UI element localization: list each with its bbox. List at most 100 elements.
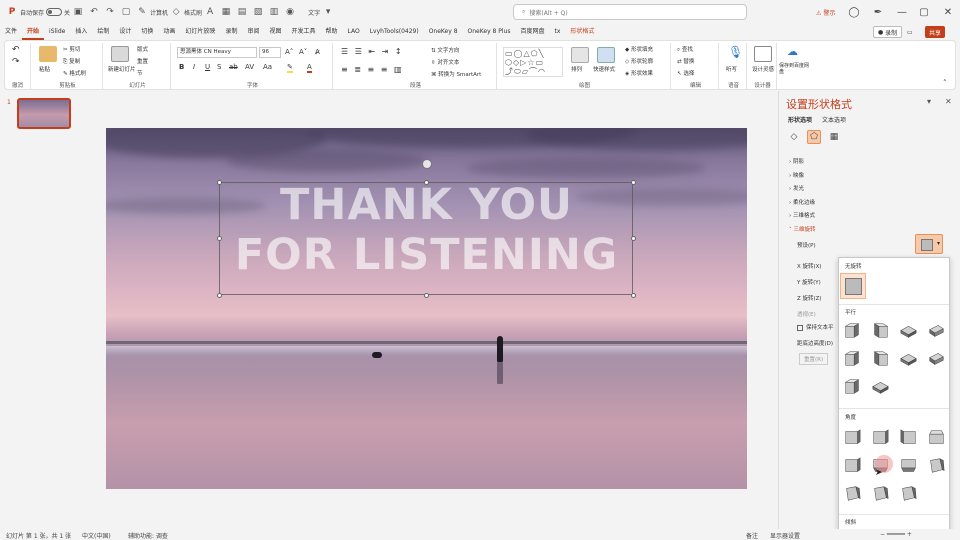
ribbon-redo-icon[interactable]: ↷ bbox=[12, 57, 20, 67]
preset-perspective-5[interactable] bbox=[844, 457, 861, 474]
preset-perspective-11[interactable] bbox=[900, 485, 917, 502]
fill-line-icon[interactable]: ◇ bbox=[787, 130, 801, 144]
grid-icon[interactable]: ▤ bbox=[236, 6, 248, 18]
tab-19[interactable]: 百度网盘 bbox=[515, 24, 549, 40]
tab-1[interactable]: 文件 bbox=[0, 24, 22, 40]
bold-icon[interactable]: B bbox=[179, 63, 184, 71]
format-painter-button[interactable]: ✎ 格式刷 bbox=[63, 69, 86, 77]
section-3[interactable]: › 发光 bbox=[789, 184, 804, 192]
warning-label[interactable]: ⚠ 警示 bbox=[816, 8, 835, 17]
save-icon[interactable]: ▣ bbox=[72, 6, 84, 18]
comment-icon[interactable]: ▭ bbox=[903, 26, 917, 38]
char-spacing-icon[interactable]: AV bbox=[245, 63, 254, 71]
effects-pentagon-icon[interactable]: ⬠ bbox=[807, 130, 821, 144]
dictate-button[interactable]: 听写 bbox=[726, 65, 737, 73]
zoom-slider[interactable]: − ━━━━━ + bbox=[880, 531, 912, 538]
preset-parallel-10[interactable] bbox=[872, 378, 889, 395]
tab-shape-options[interactable]: 形状选项 bbox=[788, 117, 812, 124]
copy-button[interactable]: ⎘ 复制 bbox=[63, 57, 80, 66]
collapse-ribbon-icon[interactable]: ˄ bbox=[943, 79, 947, 87]
tab-6[interactable]: 设计 bbox=[114, 24, 136, 40]
reset-rotation-button[interactable]: 重置(R) bbox=[799, 353, 829, 365]
designer-icon[interactable] bbox=[754, 46, 772, 62]
grow-font-icon[interactable]: A˄ bbox=[285, 48, 293, 56]
accessibility-status[interactable]: 辅助功能: 调查 bbox=[128, 531, 168, 540]
search-box[interactable]: ⌕ 搜索(Alt + Q) bbox=[513, 4, 747, 20]
tab-9[interactable]: 幻灯片放映 bbox=[180, 24, 220, 40]
cut-button[interactable]: ✂ 剪切 bbox=[63, 45, 80, 53]
resize-handle[interactable] bbox=[217, 293, 222, 298]
tab-12[interactable]: 视图 bbox=[264, 24, 286, 40]
record-button[interactable]: ● 录制 bbox=[873, 26, 903, 38]
account-avatar-icon[interactable]: ◯ bbox=[846, 4, 862, 20]
preset-perspective-9[interactable] bbox=[844, 485, 861, 502]
section-4[interactable]: › 柔化边缘 bbox=[789, 198, 815, 206]
layout-button[interactable]: 版式 bbox=[137, 45, 148, 53]
resize-handle[interactable] bbox=[424, 293, 429, 298]
preset-perspective-10[interactable] bbox=[872, 485, 889, 502]
shape-fill-button[interactable]: ◆ 形状填充 bbox=[625, 45, 653, 53]
section-button[interactable]: 节 bbox=[137, 69, 143, 77]
resize-handle[interactable] bbox=[631, 236, 636, 241]
language-indicator[interactable]: 中文(中国) bbox=[82, 531, 111, 540]
resize-handle[interactable] bbox=[424, 180, 429, 185]
tab-10[interactable]: 录制 bbox=[220, 24, 242, 40]
preset-no-rotation[interactable] bbox=[840, 273, 866, 299]
smartart-button[interactable]: ⌘ 转换为 SmartArt bbox=[431, 70, 481, 78]
underline-icon[interactable]: U bbox=[205, 63, 210, 71]
ink-icon[interactable]: ✎ bbox=[136, 6, 148, 18]
maximize-icon[interactable]: ▢ bbox=[916, 4, 932, 20]
resize-handle[interactable] bbox=[217, 180, 222, 185]
preset-perspective-7[interactable] bbox=[900, 457, 917, 474]
share-button[interactable]: 共享 bbox=[925, 26, 946, 38]
arrange-icon[interactable] bbox=[571, 47, 589, 63]
font-color-icon[interactable]: A bbox=[204, 6, 216, 18]
section-1[interactable]: › 阴影 bbox=[789, 157, 804, 165]
tab-text-options[interactable]: 文本选项 bbox=[822, 117, 846, 124]
tab-2[interactable]: 开始 bbox=[22, 24, 45, 40]
align-text-button[interactable]: ⇳ 对齐文本 bbox=[431, 58, 459, 66]
replace-button[interactable]: ⇄ 替换 bbox=[677, 57, 694, 65]
toolbar-item-a[interactable]: 计算机 bbox=[150, 8, 168, 17]
tab-17[interactable]: OneKey 8 bbox=[424, 24, 463, 40]
quick-styles-icon[interactable] bbox=[597, 47, 615, 63]
shape-outline-button[interactable]: ◇ 形状轮廓 bbox=[625, 57, 653, 65]
text-direction-button[interactable]: ⇅ 文字方向 bbox=[431, 46, 459, 54]
tab-20[interactable]: tx bbox=[550, 24, 566, 40]
microphone-icon[interactable]: 🎙 bbox=[728, 45, 743, 59]
tab-11[interactable]: 审阅 bbox=[242, 24, 264, 40]
toolbar-item-c[interactable]: 文字 bbox=[308, 8, 320, 17]
pane-options-icon[interactable]: ▾ bbox=[927, 97, 931, 106]
notes-button[interactable]: 备注 bbox=[746, 531, 758, 540]
resize-handle[interactable] bbox=[631, 293, 636, 298]
keep-text-flat-row[interactable]: 保持文本平 bbox=[797, 323, 834, 331]
autosave-toggle[interactable] bbox=[46, 8, 63, 16]
slide-thumbnail[interactable] bbox=[17, 98, 71, 129]
preset-perspective-2[interactable] bbox=[872, 429, 889, 446]
cloud-icon[interactable]: ☁ bbox=[787, 45, 798, 58]
save-to-cloud-button[interactable]: 保存到百度网盘 bbox=[779, 63, 809, 75]
preset-parallel-1[interactable] bbox=[844, 322, 861, 339]
bullets-icon[interactable]: ☰ ☰ ⇤ ⇥ ↕ bbox=[341, 47, 404, 56]
pane-close-icon[interactable]: ✕ bbox=[945, 97, 952, 106]
new-slide-button[interactable]: 新建幻灯片 bbox=[108, 65, 136, 73]
start-slideshow-icon[interactable]: ▢ bbox=[120, 6, 132, 18]
ribbon-undo-icon[interactable]: ↶ bbox=[12, 45, 20, 55]
shape-icon[interactable]: ◇ bbox=[170, 6, 182, 18]
tab-18[interactable]: OneKey 8 Plus bbox=[463, 24, 516, 40]
preset-perspective-4[interactable] bbox=[928, 429, 945, 446]
preset-parallel-3[interactable] bbox=[900, 322, 917, 339]
paste-icon[interactable] bbox=[39, 46, 57, 62]
font-color-icon[interactable]: A bbox=[307, 63, 312, 73]
rotate-handle[interactable] bbox=[422, 159, 432, 169]
preset-parallel-4[interactable] bbox=[928, 322, 945, 339]
slide[interactable]: THANK YOU FOR LISTENING bbox=[106, 128, 747, 489]
preset-parallel-8[interactable] bbox=[928, 350, 945, 367]
change-case-icon[interactable]: Aa bbox=[263, 63, 272, 71]
font-name-select[interactable]: 思源黑体 CN Heavy bbox=[177, 47, 257, 58]
close-icon[interactable]: ✕ bbox=[940, 4, 956, 20]
tab-4[interactable]: 插入 bbox=[70, 24, 92, 40]
preset-parallel-9[interactable] bbox=[844, 378, 861, 395]
paste-button[interactable]: 粘贴 bbox=[39, 65, 50, 73]
globe-icon[interactable]: ◉ bbox=[284, 6, 296, 18]
